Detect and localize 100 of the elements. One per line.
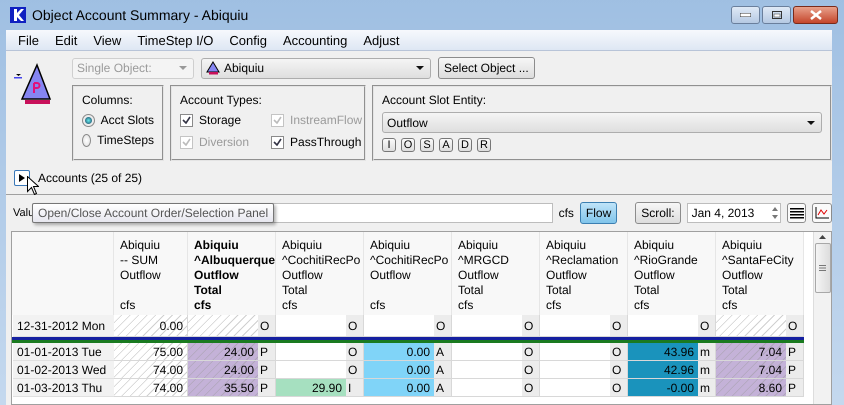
cell-value: 0.00 xyxy=(406,380,430,394)
checkbox-label: InstreamFlow xyxy=(290,113,362,127)
header-text: cfs xyxy=(120,298,136,313)
spinner-arrows-icon xyxy=(770,205,780,221)
header-text: Outflow xyxy=(546,268,588,283)
cursor-icon xyxy=(27,176,39,195)
menu-item[interactable]: TimeStep I/O xyxy=(129,32,222,48)
header-text: Abiquiu xyxy=(458,238,500,253)
flag-label: m xyxy=(700,380,710,394)
radio-label: Acct Slots xyxy=(100,113,154,127)
reservoir-icon xyxy=(206,61,220,75)
group-title: Account Slot Entity: xyxy=(382,93,488,107)
radio-button[interactable] xyxy=(82,134,92,146)
flow-button[interactable]: Flow xyxy=(580,202,618,224)
header-text: cfs xyxy=(546,298,562,313)
checkbox-label: Storage xyxy=(199,113,242,127)
header-text: cfs xyxy=(722,298,738,313)
group-title: Account Types: xyxy=(180,93,263,107)
group-title: Columns: xyxy=(82,93,134,107)
app-logo-icon xyxy=(10,7,26,23)
header-text: cfs xyxy=(370,298,386,313)
row-date: 01-01-2013 Tue xyxy=(13,343,114,361)
header-text: Outflow xyxy=(120,268,162,283)
slot-filter-button[interactable]: R xyxy=(477,138,491,152)
header-text: ^Albuquerque xyxy=(194,253,275,268)
slot-filter-button[interactable]: A xyxy=(439,138,453,152)
header-text: ^MRGCD xyxy=(458,253,510,268)
header-text: Total xyxy=(634,283,660,298)
menu-item[interactable]: File xyxy=(10,32,47,48)
row-date: 01-02-2013 Wed xyxy=(13,361,114,379)
flag-label: O xyxy=(524,318,534,332)
scrollbar[interactable] xyxy=(813,232,831,404)
flag-label: I xyxy=(348,380,352,394)
cell-value: 42.96 xyxy=(664,362,694,376)
flag-label: A xyxy=(436,380,444,394)
chart-icon xyxy=(815,207,830,219)
slot-filter-button[interactable]: O xyxy=(401,138,415,152)
header-text: ^CochitiRecPo xyxy=(370,253,450,268)
header-text: -- SUM xyxy=(120,253,159,268)
header-text: Outflow xyxy=(634,268,676,283)
slot-entity-dropdown[interactable]: Outflow xyxy=(382,112,822,133)
flag-label: O xyxy=(612,344,622,358)
unit-label: cfs xyxy=(558,206,574,220)
menu-item[interactable]: Config xyxy=(221,32,275,48)
select-object-button[interactable]: Select Object ... xyxy=(438,57,535,79)
header-text: Outflow xyxy=(282,268,324,283)
checkbox[interactable] xyxy=(180,114,193,126)
menu-item[interactable]: Accounting xyxy=(275,32,356,48)
close-icon xyxy=(810,10,822,20)
maximize-button[interactable] xyxy=(762,6,791,24)
radio-button[interactable] xyxy=(82,114,95,126)
scroll-thumb[interactable] xyxy=(814,243,830,293)
cell-value: 7.04 xyxy=(758,344,782,358)
slot-filter-button[interactable]: I xyxy=(382,138,396,152)
header-text: cfs xyxy=(458,298,474,313)
menu-item[interactable]: View xyxy=(85,32,130,48)
flag-label: P xyxy=(788,380,796,394)
header-text: Abiquiu xyxy=(634,238,676,253)
flag-label: O xyxy=(612,362,622,376)
scroll-button[interactable]: Scroll: xyxy=(635,202,681,224)
checkbox-label: PassThrough xyxy=(290,135,362,149)
header-text: cfs xyxy=(194,298,212,313)
menu-item[interactable]: Adjust xyxy=(355,32,408,48)
flag-label: A xyxy=(436,362,444,376)
header-text: Abiquiu xyxy=(722,238,764,253)
tooltip: Open/Close Account Order/Selection Panel xyxy=(32,203,274,223)
cell-value: -0.00 xyxy=(666,380,694,394)
flag-label: P xyxy=(260,344,268,358)
accounts-label: Accounts (25 of 25) xyxy=(38,171,142,185)
slot-filter-button[interactable]: S xyxy=(420,138,434,152)
header-text: Abiquiu xyxy=(120,238,162,253)
header-text: Outflow xyxy=(370,268,412,283)
header-text: Outflow xyxy=(722,268,764,283)
flag-label: O xyxy=(524,362,534,376)
minimize-button[interactable] xyxy=(731,6,760,24)
row-date: 12-31-2012 Mon xyxy=(13,315,114,337)
cell-value: 0.00 xyxy=(160,318,183,332)
flag-label: O xyxy=(612,380,622,394)
cell-value: 75.00 xyxy=(152,344,183,358)
cell-value: 74.00 xyxy=(152,380,183,394)
date-spinner[interactable]: Jan 4, 2013 xyxy=(686,203,781,223)
checkbox[interactable] xyxy=(271,136,284,148)
header-text: cfs xyxy=(282,298,298,313)
close-button[interactable] xyxy=(793,6,838,24)
header-text: Total xyxy=(546,283,572,298)
header-text: ^SantaFeCity xyxy=(722,253,795,268)
menu-item[interactable]: Edit xyxy=(46,32,86,48)
header-text: Abiquiu xyxy=(282,238,324,253)
cell-value: 35.50 xyxy=(224,380,254,394)
slot-filter-button[interactable]: D xyxy=(458,138,472,152)
checkbox-label: Diversion xyxy=(199,135,250,149)
plot-button[interactable] xyxy=(812,203,832,223)
flag-label: P xyxy=(260,380,268,394)
flag-label: O xyxy=(524,380,534,394)
flag-label: O xyxy=(348,362,358,376)
list-view-button[interactable] xyxy=(786,203,806,223)
object-dropdown[interactable]: Abiquiu xyxy=(201,58,431,78)
check-icon xyxy=(182,116,191,124)
header-text: Total xyxy=(458,283,484,298)
flag-label: P xyxy=(260,362,268,376)
